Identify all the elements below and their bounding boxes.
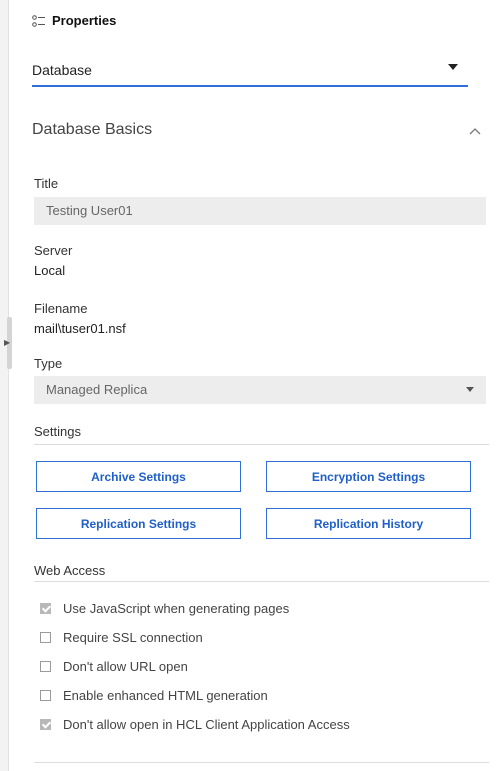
expand-arrow-icon[interactable]: ▶ <box>4 339 10 347</box>
archive-settings-button[interactable]: Archive Settings <box>36 461 241 492</box>
title-field-value: Testing User01 <box>46 203 133 218</box>
checkbox-label: Use JavaScript when generating pages <box>63 601 290 616</box>
checkbox[interactable] <box>40 632 51 643</box>
checkbox-label: Don't allow URL open <box>63 659 188 674</box>
divider <box>34 581 489 582</box>
checkbox-enhanced-html[interactable]: Enable enhanced HTML generation <box>40 688 268 703</box>
section-title: Database Basics <box>32 121 153 138</box>
checkbox[interactable] <box>40 719 51 730</box>
caret-down-icon <box>466 387 474 392</box>
checkbox-label: Require SSL connection <box>63 630 203 645</box>
title-field[interactable]: Testing User01 <box>34 197 486 225</box>
checkbox[interactable] <box>40 603 51 614</box>
checkbox-label: Enable enhanced HTML generation <box>63 688 268 703</box>
chevron-up-icon[interactable] <box>467 124 483 136</box>
panel-title: Properties <box>52 13 117 28</box>
checkbox-label: Don't allow open in HCL Client Applicati… <box>63 717 350 732</box>
caret-down-icon <box>448 64 458 70</box>
replication-history-button[interactable]: Replication History <box>266 508 471 539</box>
checkbox-use-javascript[interactable]: Use JavaScript when generating pages <box>40 601 289 616</box>
server-value: Local <box>34 263 66 278</box>
type-dropdown[interactable]: Managed Replica <box>34 376 486 404</box>
encryption-settings-button[interactable]: Encryption Settings <box>266 461 471 492</box>
checkbox-require-ssl[interactable]: Require SSL connection <box>40 630 203 645</box>
web-access-heading: Web Access <box>34 563 106 578</box>
checkbox[interactable] <box>40 661 51 672</box>
settings-heading: Settings <box>34 424 81 439</box>
divider <box>34 762 489 763</box>
panel-header: Properties <box>32 13 116 28</box>
properties-icon <box>32 14 46 28</box>
type-dropdown-value: Managed Replica <box>46 382 148 397</box>
database-dropdown[interactable]: Database <box>32 58 468 87</box>
left-panel-strip <box>0 0 9 771</box>
database-dropdown-value: Database <box>32 62 92 78</box>
title-label: Title <box>34 176 59 191</box>
server-label: Server <box>34 243 73 258</box>
filename-value: mail\tuser01.nsf <box>34 321 126 336</box>
replication-settings-button[interactable]: Replication Settings <box>36 508 241 539</box>
checkbox[interactable] <box>40 690 51 701</box>
filename-label: Filename <box>34 301 88 316</box>
checkbox-dont-allow-url-open[interactable]: Don't allow URL open <box>40 659 188 674</box>
divider <box>34 444 489 445</box>
checkbox-dont-allow-hcl-client[interactable]: Don't allow open in HCL Client Applicati… <box>40 717 350 732</box>
type-label: Type <box>34 356 63 371</box>
